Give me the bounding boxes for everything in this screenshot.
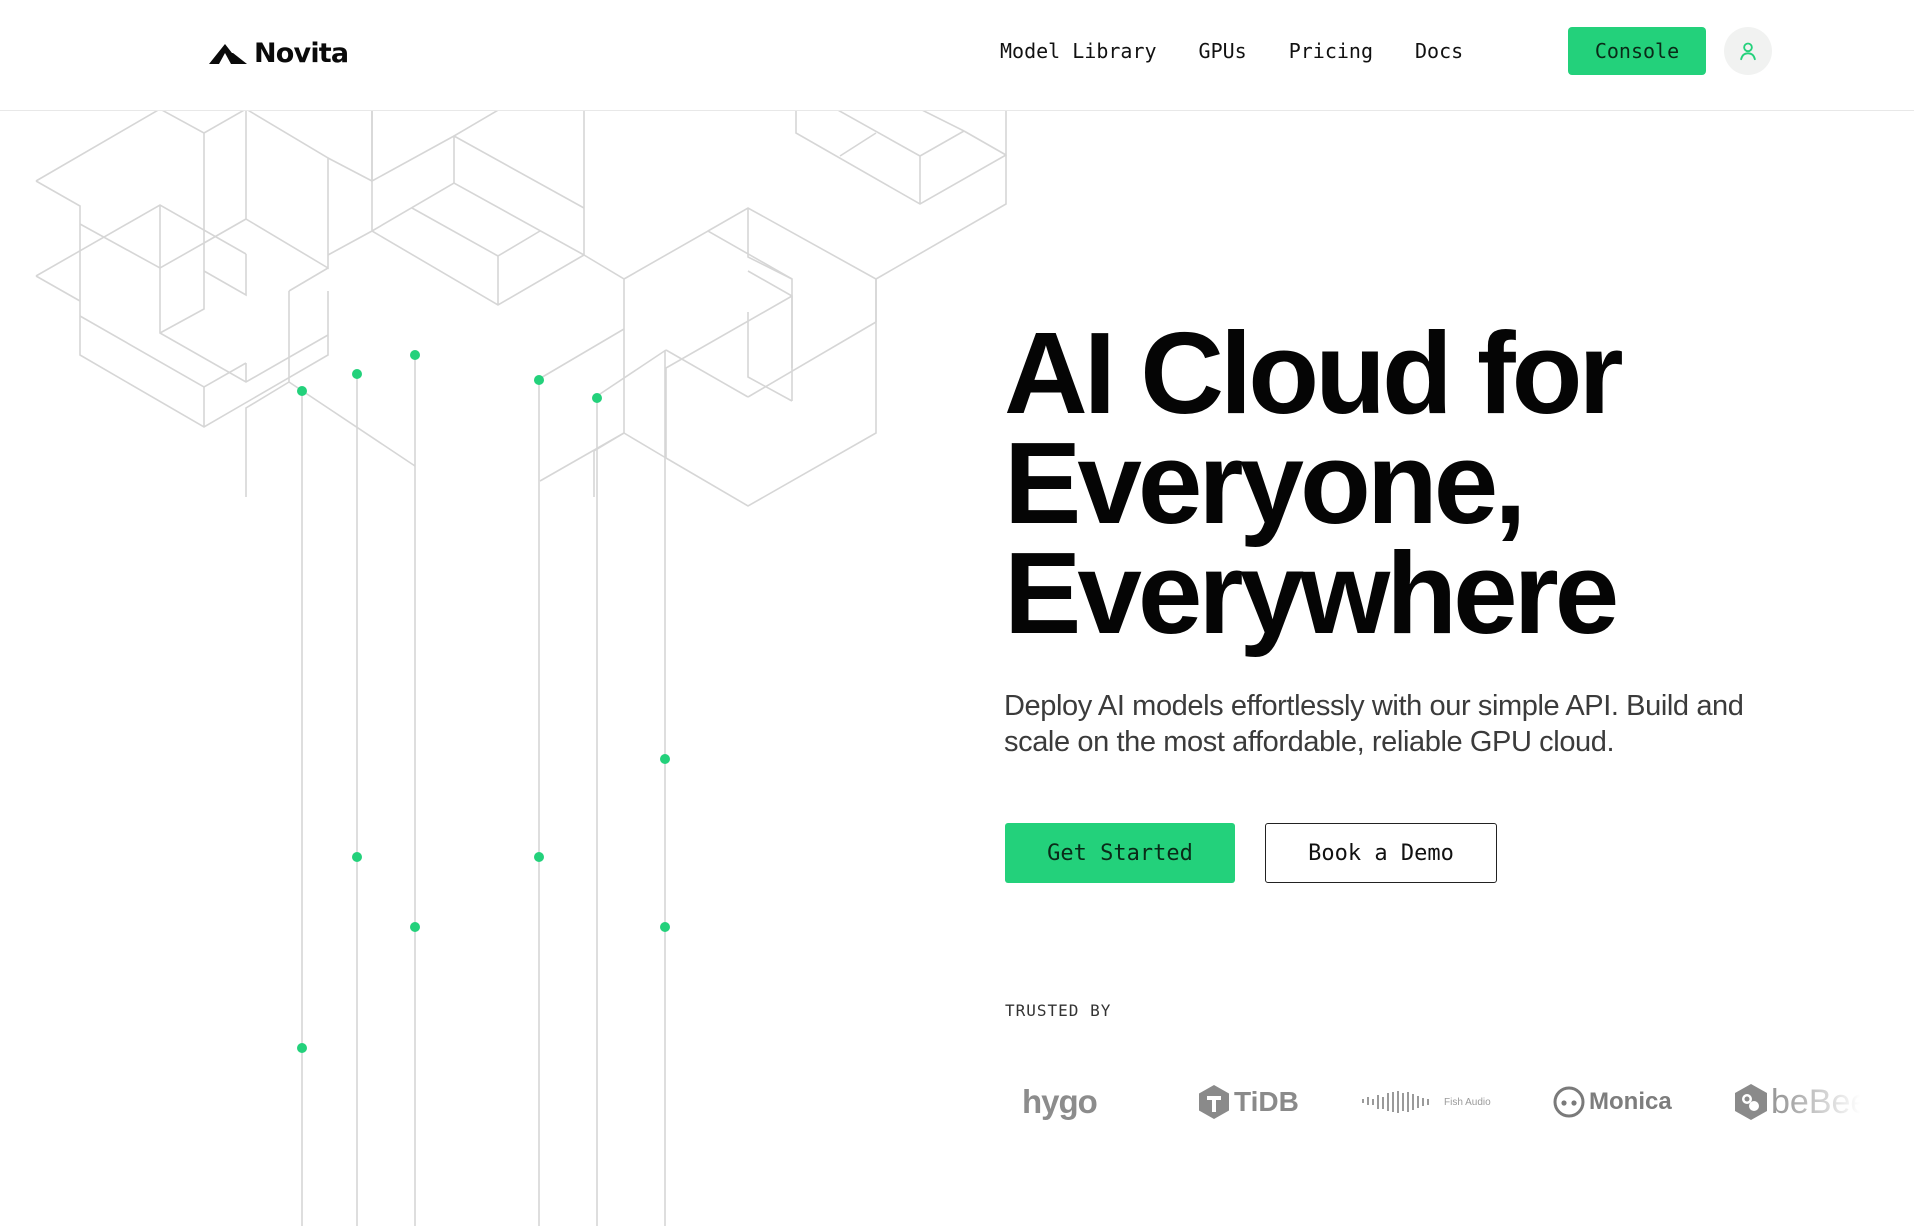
get-started-button[interactable]: Get Started — [1005, 823, 1235, 883]
hero-cta-row: Get Started Book a Demo — [1005, 823, 1497, 883]
hero-subtitle: Deploy AI models effortlessly with our s… — [1004, 690, 1744, 758]
headline-line-1: AI Cloud for — [1004, 308, 1624, 438]
monica-wordmark: Monica — [1589, 1088, 1672, 1115]
tidb-hexagon-icon — [1199, 1085, 1229, 1119]
top-navbar: Novita Model Library GPUs Pricing Docs C… — [0, 0, 1914, 111]
hero-section: AI Cloud for Everyone, Everywhere Deploy… — [1004, 308, 1744, 883]
book-demo-button[interactable]: Book a Demo — [1265, 823, 1497, 883]
nav-model-library[interactable]: Model Library — [1000, 39, 1157, 63]
monica-logo: Monica — [1553, 1076, 1672, 1128]
nav-docs[interactable]: Docs — [1415, 39, 1463, 63]
hygo-logo: hygo — [1022, 1076, 1098, 1128]
headline-line-2: Everyone, — [1004, 418, 1527, 548]
console-button[interactable]: Console — [1568, 27, 1706, 75]
fish-audio-logo: Fish Audio — [1362, 1076, 1491, 1128]
nav-pricing[interactable]: Pricing — [1289, 39, 1373, 63]
fish-audio-wordmark: Fish Audio — [1444, 1096, 1491, 1108]
novita-mark-icon — [209, 44, 247, 64]
logos-fade-overlay — [1780, 1076, 1860, 1128]
main-nav: Model Library GPUs Pricing Docs — [1000, 36, 1463, 66]
nav-gpus[interactable]: GPUs — [1199, 39, 1247, 63]
tidb-logo: TiDB — [1198, 1076, 1299, 1128]
bebee-bee-icon — [1735, 1084, 1767, 1120]
fish-audio-waveform-icon — [1362, 1091, 1429, 1113]
user-icon — [1740, 42, 1756, 61]
brand-logo[interactable]: Novita — [209, 36, 349, 70]
trusted-logos-strip: hygo TiDB Fish Audio Monica — [1020, 1076, 1860, 1128]
brand-name: Novita — [254, 37, 349, 69]
user-account-button[interactable] — [1724, 27, 1772, 75]
tidb-wordmark: TiDB — [1234, 1086, 1299, 1117]
hero-headline: AI Cloud for Everyone, Everywhere — [1004, 308, 1724, 658]
hygo-wordmark: hygo — [1022, 1083, 1098, 1120]
headline-line-3: Everywhere — [1004, 528, 1619, 658]
monica-face-icon — [1553, 1086, 1585, 1118]
isometric-line-art — [35, 111, 1007, 1226]
landing-page: Novita Model Library GPUs Pricing Docs C… — [0, 0, 1914, 1226]
trusted-by-label: TRUSTED BY — [1005, 1001, 1112, 1020]
